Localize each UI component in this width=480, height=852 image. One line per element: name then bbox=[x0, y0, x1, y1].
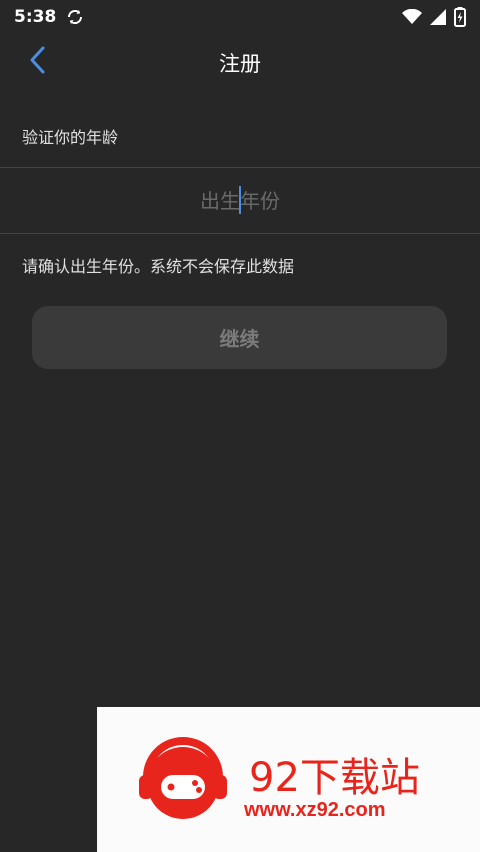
status-right bbox=[402, 7, 466, 27]
signal-icon bbox=[430, 9, 446, 25]
section-label: 验证你的年龄 bbox=[22, 128, 119, 147]
battery-charging-icon bbox=[454, 7, 466, 27]
watermark-title: 92下载站 bbox=[249, 755, 420, 801]
watermark-url: www.xz92.com bbox=[244, 799, 386, 821]
continue-button[interactable]: 继续 bbox=[32, 306, 447, 369]
status-time: 5:38 bbox=[14, 7, 57, 27]
app-header: 注册 bbox=[0, 34, 480, 90]
privacy-hint: 请确认出生年份。系统不会保存此数据 bbox=[22, 257, 295, 276]
status-left: 5:38 bbox=[14, 7, 84, 27]
sync-icon bbox=[66, 8, 84, 26]
status-bar: 5:38 bbox=[0, 0, 480, 34]
page-title: 注册 bbox=[219, 52, 261, 76]
divider-bottom bbox=[0, 233, 480, 234]
watermark-banner: 92下载站 www.xz92.com bbox=[97, 707, 480, 852]
divider-top bbox=[0, 167, 480, 168]
wifi-icon bbox=[402, 9, 422, 25]
text-caret bbox=[239, 186, 241, 214]
watermark-logo bbox=[133, 737, 233, 827]
